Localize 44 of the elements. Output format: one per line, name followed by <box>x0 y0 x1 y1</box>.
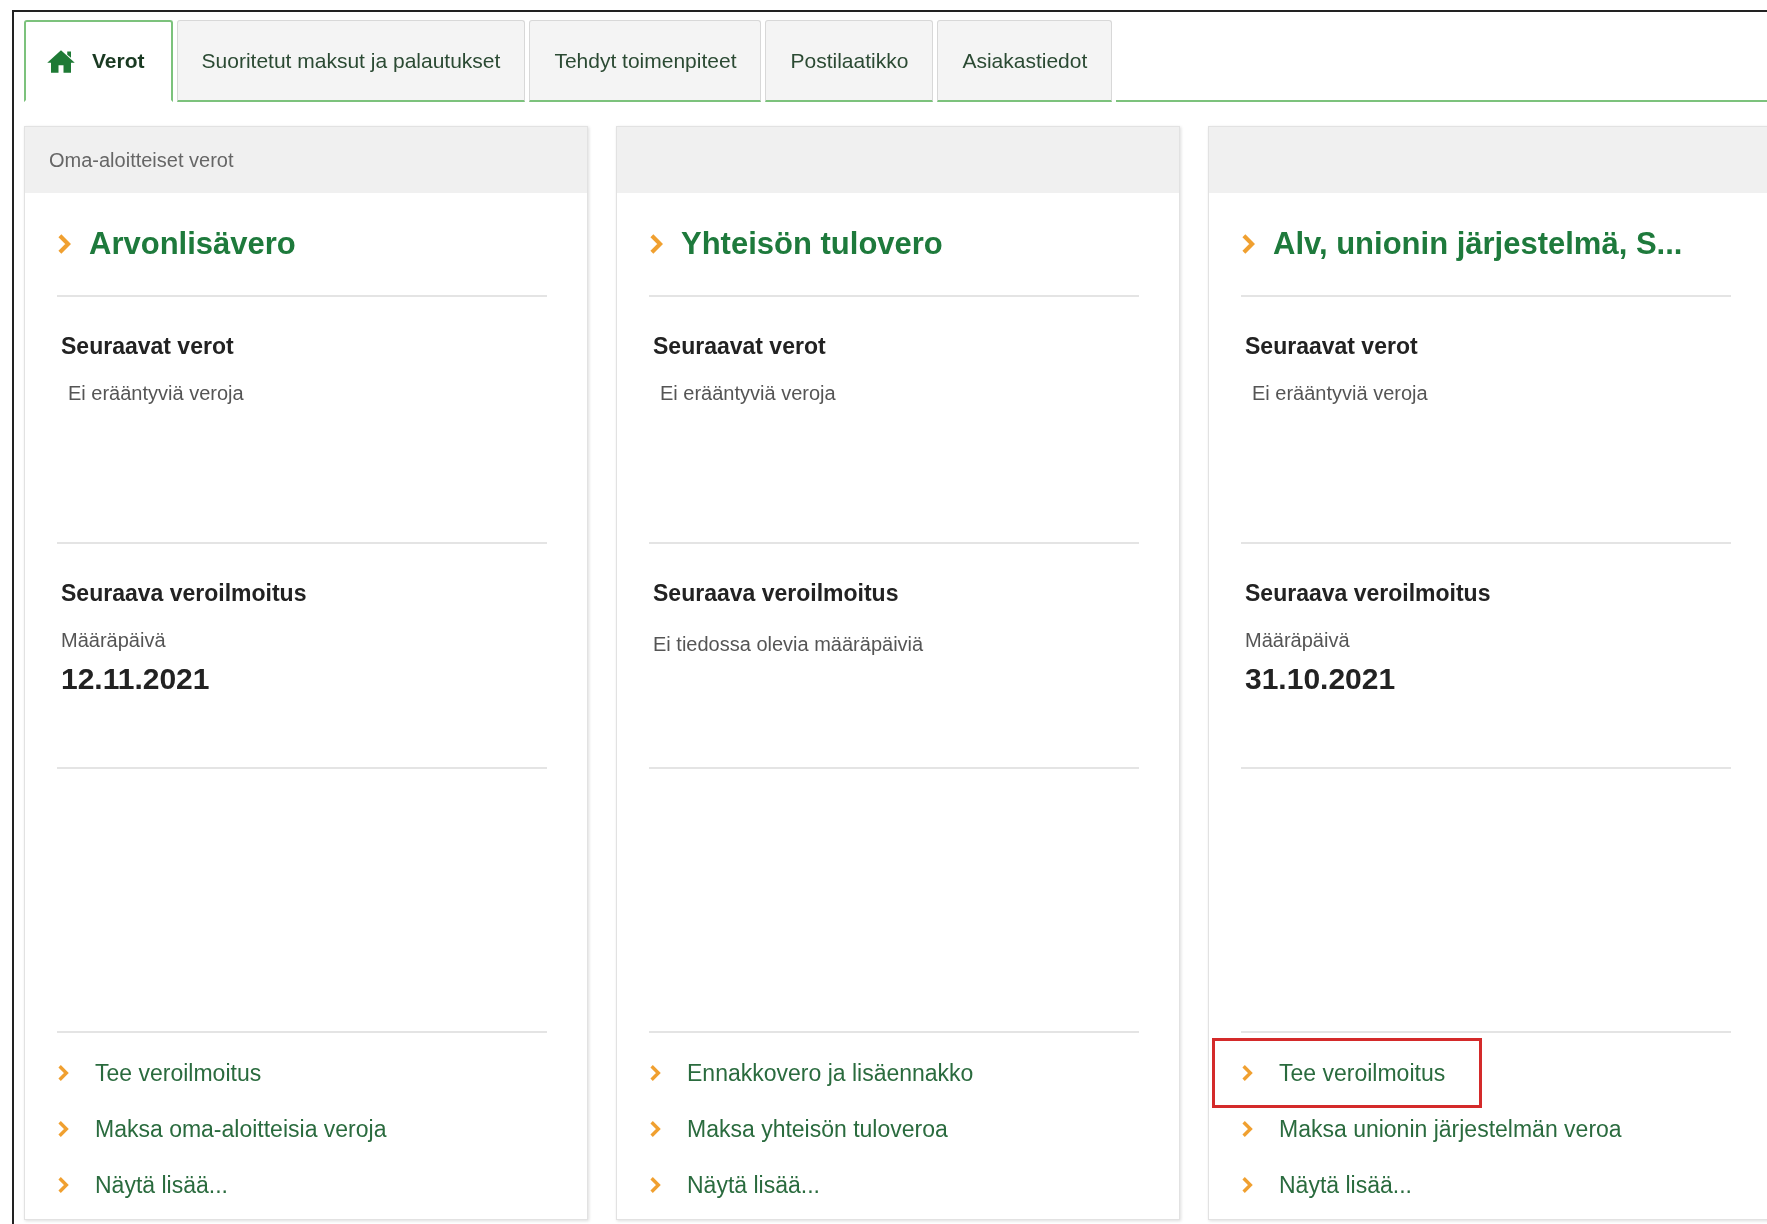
chevron-icon <box>1241 1176 1253 1194</box>
deadline-date: 12.11.2021 <box>61 662 211 696</box>
section-text: Ei erääntyviä veroja <box>660 382 837 405</box>
chevron-icon <box>1241 1064 1253 1082</box>
section-text: Ei erääntyviä veroja <box>68 382 245 405</box>
chevron-icon <box>57 1176 69 1194</box>
deadline-label: Määräpäivä <box>1245 629 1351 652</box>
section-heading: Seuraavat verot <box>61 333 235 360</box>
tab[interactable]: Suoritetut maksut ja palautukset <box>176 20 526 102</box>
section-text: Ei tiedossa olevia määräpäiviä <box>653 633 925 656</box>
tab[interactable]: Postilaatikko <box>765 20 934 102</box>
deadline-label: Määräpäivä <box>61 629 167 652</box>
section-heading: Seuraava veroilmoitus <box>1245 580 1492 607</box>
tab[interactable]: Verot <box>24 20 173 102</box>
chevron-icon <box>57 1064 69 1082</box>
link[interactable]: Ennakkovero ja lisäennakko <box>642 1045 1011 1101</box>
card-header-text: Oma-aloitteiset verot <box>49 148 234 172</box>
section-heading: Seuraavat verot <box>653 333 827 360</box>
link[interactable]: Näytä lisää... <box>642 1157 857 1213</box>
chevron-icon <box>649 1064 661 1082</box>
chevron-icon <box>1241 233 1255 255</box>
link[interactable]: Tee veroilmoitus <box>1212 1038 1483 1108</box>
chevron-icon <box>57 1120 69 1138</box>
tab[interactable]: Asiakastiedot <box>937 20 1113 102</box>
chevron-icon <box>649 233 663 255</box>
link[interactable]: Näytä lisää... <box>50 1157 265 1213</box>
chevron-icon <box>649 1120 661 1138</box>
section-heading: Seuraavat verot <box>1245 333 1419 360</box>
link[interactable]: Maksa yhteisön tuloveroa <box>642 1101 985 1157</box>
card-title[interactable]: Alv, unionin järjestelmä, S... <box>1273 226 1683 262</box>
tab[interactable]: Tehdyt toimenpiteet <box>529 20 762 102</box>
chevron-icon <box>57 233 71 255</box>
chevron-icon <box>649 1176 661 1194</box>
chevron-icon <box>1241 1120 1253 1138</box>
section-heading: Seuraava veroilmoitus <box>653 580 900 607</box>
home-icon <box>46 48 76 74</box>
link[interactable]: Maksa oma-aloitteisia veroja <box>50 1101 424 1157</box>
section-text: Ei erääntyviä veroja <box>1252 382 1429 405</box>
link[interactable]: Näytä lisää... <box>1234 1157 1449 1213</box>
card-title[interactable]: Arvonlisävero <box>89 226 296 262</box>
card-title[interactable]: Yhteisön tulovero <box>681 226 943 262</box>
deadline-date: 31.10.2021 <box>1245 662 1397 696</box>
section-heading: Seuraava veroilmoitus <box>61 580 308 607</box>
link[interactable]: Tee veroilmoitus <box>50 1045 299 1101</box>
